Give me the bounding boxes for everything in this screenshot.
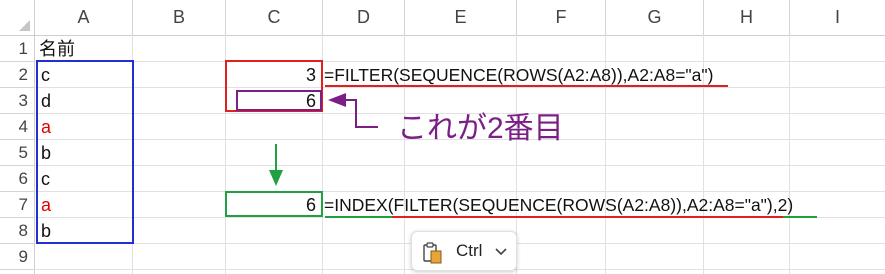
- select-all-corner[interactable]: [0, 0, 34, 35]
- row-header-8[interactable]: 8: [0, 218, 34, 244]
- row-header-9[interactable]: 9: [0, 244, 34, 270]
- gridline: [34, 165, 885, 166]
- row-header-4[interactable]: 4: [0, 114, 34, 140]
- column-header-f[interactable]: F: [517, 0, 606, 35]
- index-arg-underline-green: [783, 216, 817, 218]
- column-header-i[interactable]: I: [790, 0, 885, 35]
- column-header-c[interactable]: C: [226, 0, 323, 35]
- clipboard-icon: [423, 242, 442, 264]
- gridline: [789, 35, 790, 274]
- blue-range-box: [36, 60, 134, 244]
- paste-options-button[interactable]: Ctrl: [411, 231, 517, 271]
- row-header-6[interactable]: 6: [0, 166, 34, 192]
- column-header-e[interactable]: E: [405, 0, 517, 35]
- purple-second-value-box: [236, 90, 322, 111]
- row-header-2[interactable]: 2: [0, 62, 34, 88]
- purple-bracket-arrow-icon: [328, 93, 378, 128]
- chevron-down-icon: [495, 248, 507, 256]
- green-down-arrow-icon: [269, 144, 283, 186]
- cell-d7-formula[interactable]: =INDEX(FILTER(SEQUENCE(ROWS(A2:A8)),A2:A…: [324, 192, 793, 218]
- column-header-b[interactable]: B: [133, 0, 226, 35]
- row-header-1[interactable]: 1: [0, 36, 34, 62]
- formula-underline-red: [325, 85, 728, 87]
- filter-underline-red: [392, 216, 783, 218]
- column-header-a[interactable]: A: [35, 0, 133, 35]
- cell-a1[interactable]: 名前: [39, 36, 75, 62]
- index-underline-green: [325, 216, 392, 218]
- green-result-box: [225, 191, 323, 217]
- select-all-triangle-icon: [19, 20, 30, 31]
- column-header-d[interactable]: D: [323, 0, 405, 35]
- spreadsheet-grid: A B C D E F G H I 1 2 3 4 5 6 7 8 9 名前 c…: [0, 0, 885, 274]
- column-header-g[interactable]: G: [606, 0, 704, 35]
- paste-options-label: Ctrl: [456, 241, 483, 260]
- row-header-5[interactable]: 5: [0, 140, 34, 166]
- row-header-3[interactable]: 3: [0, 88, 34, 114]
- annotation-label: これが2番目: [397, 112, 564, 145]
- row-header-divider: [34, 0, 35, 274]
- column-header-h[interactable]: H: [704, 0, 790, 35]
- row-header-7[interactable]: 7: [0, 192, 34, 218]
